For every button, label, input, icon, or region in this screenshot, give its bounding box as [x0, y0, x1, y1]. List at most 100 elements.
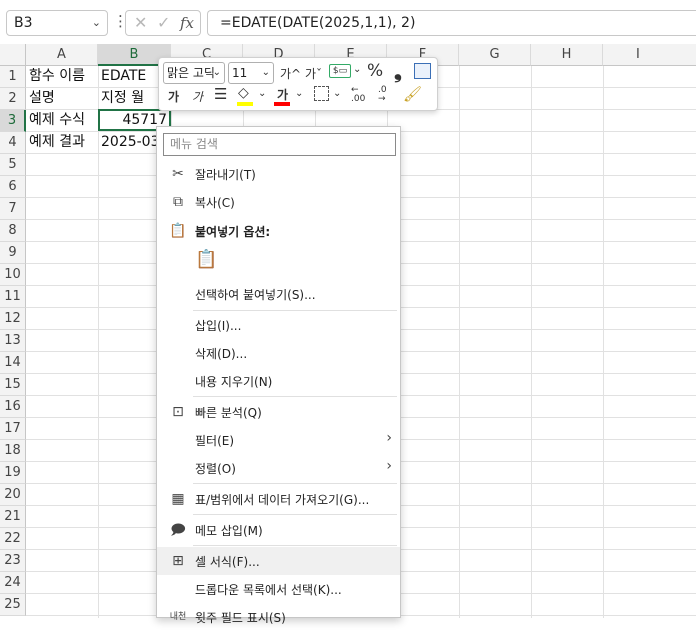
scissors-icon: ✂: [172, 166, 184, 182]
row-header-16[interactable]: 16: [0, 396, 26, 418]
menu-item-label: 복사(C): [195, 196, 235, 210]
row-header-5[interactable]: 5: [0, 154, 26, 176]
menu-item-show-phonetic[interactable]: 내천 윗주 필드 표시(S): [157, 603, 400, 631]
row-header-1[interactable]: 1: [0, 66, 26, 88]
menu-search-input[interactable]: 메뉴 검색: [163, 133, 396, 156]
menu-item-copy[interactable]: ⧉ 복사(C): [157, 188, 400, 216]
row-header-25[interactable]: 25: [0, 594, 26, 616]
accounting-format-icon[interactable]: $▭: [329, 64, 351, 78]
grow-font-icon[interactable]: 가^: [280, 65, 301, 82]
italic-icon[interactable]: 가: [192, 88, 203, 105]
increase-decimal-icon[interactable]: ← .00: [351, 86, 365, 104]
row-header-22[interactable]: 22: [0, 528, 26, 550]
menu-item-quick-analysis[interactable]: ⊡ 빠른 분석(Q): [157, 398, 400, 426]
fill-color-icon[interactable]: ◇: [238, 85, 249, 101]
row-header-9[interactable]: 9: [0, 242, 26, 264]
chevron-down-icon[interactable]: ⌄: [353, 64, 361, 75]
menu-separator: [193, 545, 397, 546]
format-cells-icon: ⊞: [172, 553, 184, 569]
row-header-20[interactable]: 20: [0, 484, 26, 506]
menu-item-sort[interactable]: 정렬(O) ›: [157, 454, 400, 482]
row-header-10[interactable]: 10: [0, 264, 26, 286]
decrease-decimal-icon[interactable]: .0 →: [378, 86, 387, 104]
menu-item-filter[interactable]: 필터(E) ›: [157, 426, 400, 454]
row-header-21[interactable]: 21: [0, 506, 26, 528]
note-icon: 🗩: [170, 522, 186, 538]
shrink-font-icon[interactable]: 가ˇ: [305, 65, 322, 82]
menu-item-insert[interactable]: 삽입(I)...: [157, 311, 400, 339]
cell-a2[interactable]: 설명: [26, 87, 98, 109]
font-name-select[interactable]: 맑은 고딕 ⌄: [163, 62, 225, 84]
menu-item-label: 선택하여 붙여넣기(S)...: [195, 288, 316, 302]
gridline: [531, 66, 532, 618]
column-header-a[interactable]: A: [26, 44, 98, 66]
row-header-11[interactable]: 11: [0, 286, 26, 308]
menu-item-clear-contents[interactable]: 내용 지우기(N): [157, 367, 400, 395]
cell-a1[interactable]: 함수 이름: [26, 65, 98, 87]
borders-icon[interactable]: [314, 86, 329, 101]
row-header-14[interactable]: 14: [0, 352, 26, 374]
column-header-i[interactable]: I: [603, 44, 696, 66]
copy-icon: ⧉: [173, 194, 183, 210]
enter-icon[interactable]: ✓: [157, 13, 170, 32]
name-box[interactable]: B3 ⌄: [6, 10, 108, 36]
cell-a4[interactable]: 예제 결과: [26, 131, 98, 153]
select-all-corner[interactable]: [0, 44, 26, 66]
formula-text: =EDATE(DATE(2025,1,1), 2): [220, 15, 416, 31]
chevron-down-icon: ⌄: [212, 67, 221, 78]
chevron-down-icon: ⌄: [261, 67, 270, 78]
row-header-18[interactable]: 18: [0, 440, 26, 462]
quick-analysis-icon: ⊡: [172, 404, 184, 420]
bold-icon[interactable]: 가: [168, 88, 179, 105]
row-header-4[interactable]: 4: [0, 132, 26, 154]
font-color-icon[interactable]: 가: [277, 86, 288, 103]
row-header-19[interactable]: 19: [0, 462, 26, 484]
row-header-24[interactable]: 24: [0, 572, 26, 594]
chevron-down-icon[interactable]: ⌄: [92, 16, 101, 29]
menu-item-get-data[interactable]: ▦ 표/범위에서 데이터 가져오기(G)...: [157, 485, 400, 513]
format-painter-icon[interactable]: 🖌: [403, 85, 422, 103]
chevron-down-icon[interactable]: ⌄: [333, 88, 341, 99]
chevron-down-icon[interactable]: ⌄: [258, 88, 266, 99]
percent-icon[interactable]: %: [367, 61, 383, 81]
merge-center-icon[interactable]: [414, 63, 431, 79]
cell-b4[interactable]: 2025-03: [98, 131, 158, 153]
comma-style-icon[interactable]: ❟: [394, 59, 402, 83]
menu-item-delete[interactable]: 삭제(D)...: [157, 339, 400, 367]
paste-icon: 📋: [169, 223, 187, 239]
chevron-right-icon: ›: [386, 458, 392, 474]
align-center-icon[interactable]: ☰: [214, 85, 227, 103]
formula-input[interactable]: =EDATE(DATE(2025,1,1), 2): [207, 10, 696, 36]
menu-item-paste-special[interactable]: 선택하여 붙여넣기(S)...: [157, 280, 400, 308]
menu-item-label: 잘라내기(T): [195, 168, 256, 182]
row-header-2[interactable]: 2: [0, 88, 26, 110]
row-header-12[interactable]: 12: [0, 308, 26, 330]
table-icon: ▦: [171, 491, 185, 507]
row-header-15[interactable]: 15: [0, 374, 26, 396]
menu-item-label: 내용 지우기(N): [195, 375, 273, 389]
row-header-8[interactable]: 8: [0, 220, 26, 242]
row-header-3[interactable]: 3: [0, 110, 26, 132]
row-header-7[interactable]: 7: [0, 198, 26, 220]
column-header-g[interactable]: G: [459, 44, 531, 66]
row-header-17[interactable]: 17: [0, 418, 26, 440]
menu-item-label: 셀 서식(F)...: [195, 555, 260, 569]
paste-icon[interactable]: 📋: [195, 251, 217, 269]
cell-a3[interactable]: 예제 수식: [26, 109, 98, 131]
menu-item-format-cells[interactable]: ⊞ 셀 서식(F)...: [157, 547, 400, 575]
font-size-value: 11: [232, 66, 248, 80]
chevron-down-icon[interactable]: ⌄: [295, 88, 303, 99]
paste-option-row: 📋: [157, 247, 400, 277]
column-header-h[interactable]: H: [531, 44, 603, 66]
chevron-right-icon: ›: [386, 430, 392, 446]
font-size-select[interactable]: 11 ⌄: [228, 62, 274, 84]
row-header-6[interactable]: 6: [0, 176, 26, 198]
menu-item-insert-note[interactable]: 🗩 메모 삽입(M): [157, 516, 400, 544]
insert-function-icon[interactable]: fx: [180, 14, 194, 32]
row-header-23[interactable]: 23: [0, 550, 26, 572]
menu-item-pick-from-dropdown[interactable]: 드롭다운 목록에서 선택(K)...: [157, 575, 400, 603]
menu-item-cut[interactable]: ✂ 잘라내기(T): [157, 160, 400, 188]
font-color-swatch: [274, 102, 290, 106]
row-header-13[interactable]: 13: [0, 330, 26, 352]
cancel-icon[interactable]: ✕: [134, 13, 147, 32]
